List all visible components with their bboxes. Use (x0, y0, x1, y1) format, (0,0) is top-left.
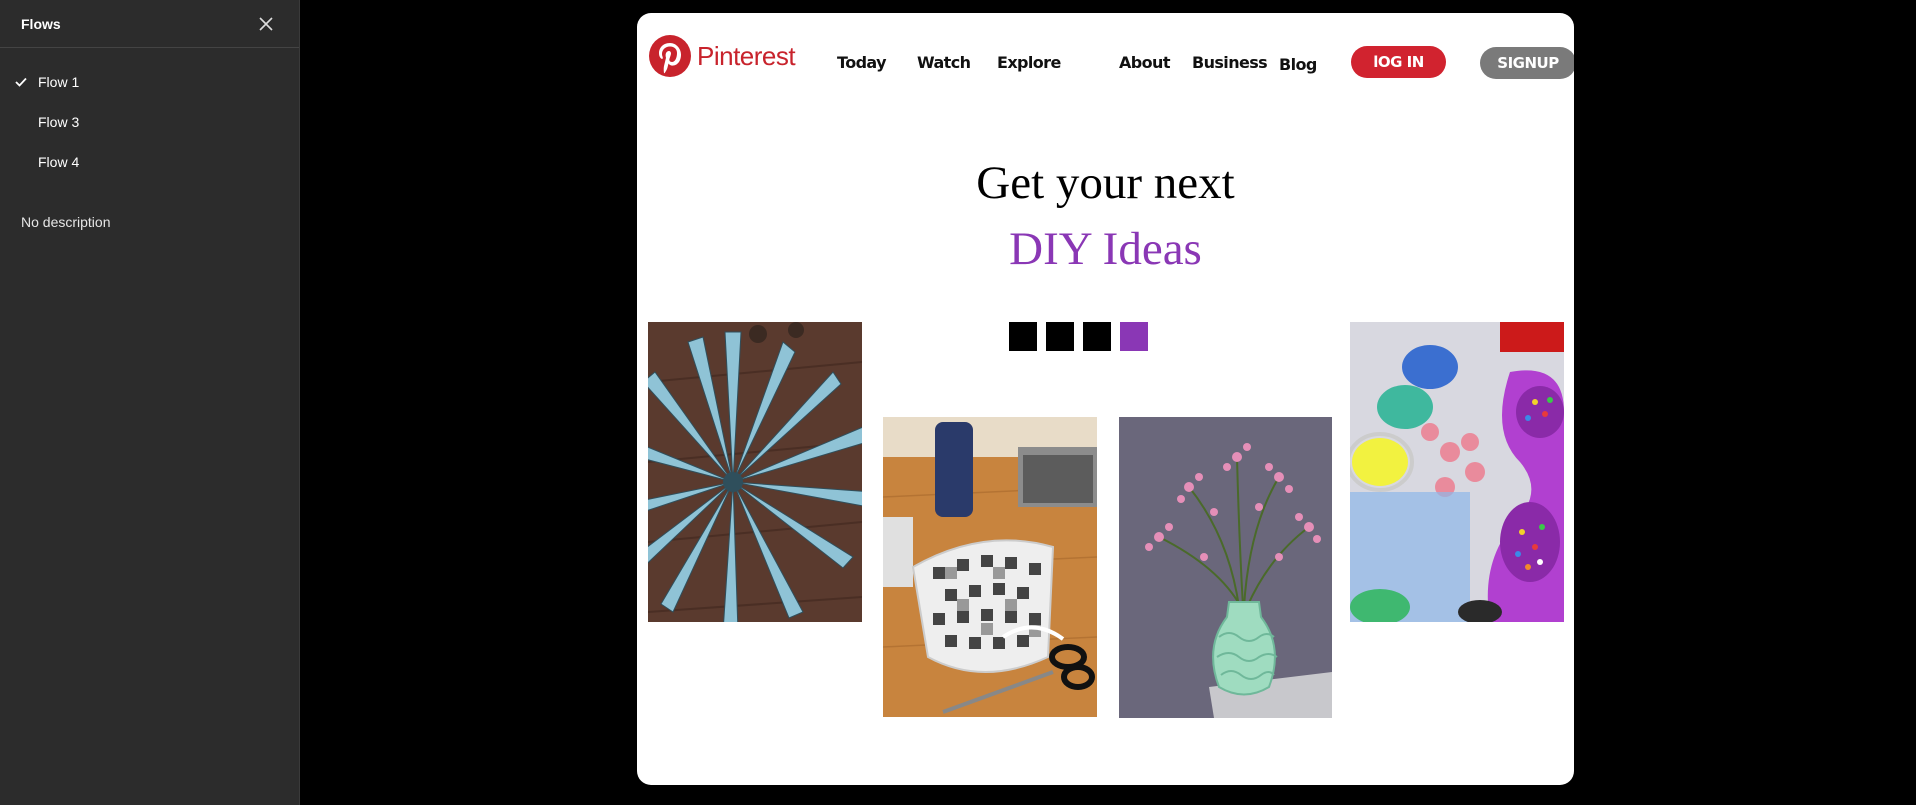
pin-image-paper-rosette[interactable] (648, 322, 862, 622)
signup-button[interactable]: SIGNUP (1480, 47, 1574, 79)
carousel-dot-3[interactable] (1083, 322, 1111, 351)
nav-link-watch[interactable]: Watch (917, 53, 971, 72)
login-button[interactable]: lOG IN (1351, 46, 1446, 78)
flow-item-label: Flow 3 (38, 114, 80, 130)
flows-panel: Flows Flow 1 Flow 3 Flow 4 No descriptio… (0, 0, 300, 805)
flow-item-label: Flow 1 (38, 74, 80, 90)
pin-image-craft-supplies[interactable] (1350, 322, 1564, 622)
check-icon (14, 75, 28, 89)
nav-link-about[interactable]: About (1119, 53, 1170, 72)
flow-description: No description (21, 214, 111, 230)
flow-item-4[interactable]: Flow 4 (0, 142, 299, 182)
carousel-dot-2[interactable] (1046, 322, 1074, 351)
site-header: Pinterest Today Watch Explore About Busi… (637, 13, 1574, 113)
nav-link-business[interactable]: Business (1192, 53, 1268, 72)
flows-panel-title: Flows (21, 15, 61, 32)
flow-item-3[interactable]: Flow 3 (0, 102, 299, 142)
nav-link-explore[interactable]: Explore (997, 53, 1061, 72)
flow-item-1[interactable]: Flow 1 (0, 62, 299, 102)
pinterest-logo-icon (649, 35, 691, 77)
pin-image-flower-vase[interactable] (1119, 417, 1332, 718)
hero-headline: Get your next (976, 157, 1235, 209)
logo-wordmark: Pinterest (697, 40, 796, 71)
pin-image-fabric-mask[interactable] (883, 417, 1097, 717)
carousel-dot-4[interactable] (1120, 322, 1148, 351)
carousel-indicators (1009, 322, 1148, 351)
flow-list: Flow 1 Flow 3 Flow 4 (0, 48, 299, 182)
flows-panel-header: Flows (0, 0, 299, 48)
nav-link-today[interactable]: Today (837, 53, 887, 72)
hero-subheadline: DIY Ideas (1009, 223, 1202, 275)
prototype-frame: Pinterest Today Watch Explore About Busi… (637, 13, 1574, 785)
carousel-dot-1[interactable] (1009, 322, 1037, 351)
flow-item-label: Flow 4 (38, 154, 80, 170)
close-icon[interactable] (254, 12, 278, 36)
site-logo[interactable]: Pinterest (649, 35, 796, 77)
nav-link-blog[interactable]: Blog (1279, 55, 1317, 74)
